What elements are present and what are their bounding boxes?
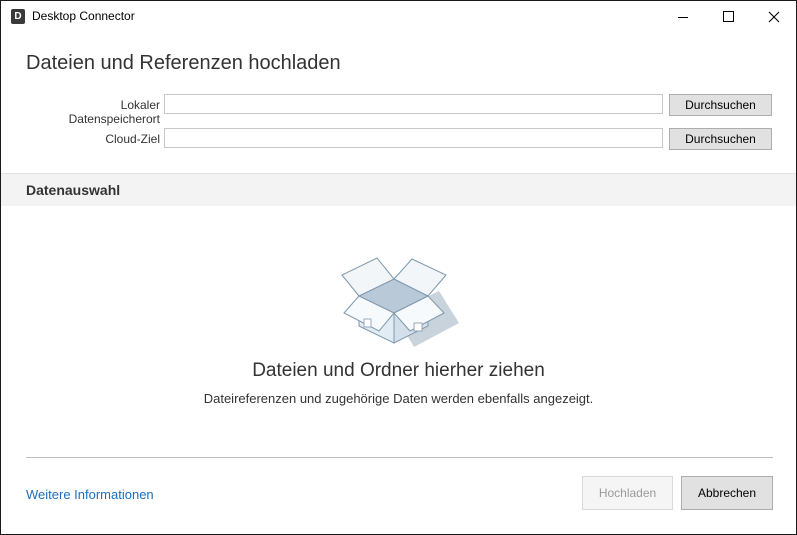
upload-button[interactable]: Hochladen bbox=[582, 476, 673, 510]
drop-zone-title: Dateien und Ordner hierher ziehen bbox=[252, 360, 545, 381]
local-storage-field[interactable] bbox=[164, 94, 663, 114]
desktop-connector-window: D Desktop Connector Dateien und Referenz… bbox=[0, 0, 797, 535]
title-bar: D Desktop Connector bbox=[1, 1, 796, 33]
window-title: Desktop Connector bbox=[32, 9, 135, 23]
close-icon bbox=[768, 11, 780, 23]
minimize-icon bbox=[678, 17, 688, 18]
cancel-button[interactable]: Abbrechen bbox=[681, 476, 773, 510]
open-box-icon bbox=[341, 257, 459, 347]
footer-divider bbox=[26, 457, 773, 458]
maximize-icon bbox=[723, 11, 734, 22]
app-icon: D bbox=[11, 9, 25, 24]
minimize-button[interactable] bbox=[659, 1, 705, 33]
browse-cloud-button[interactable]: Durchsuchen bbox=[669, 128, 772, 150]
section-title: Datenauswahl bbox=[26, 182, 121, 198]
page-title: Dateien und Referenzen hochladen bbox=[26, 52, 341, 74]
cloud-target-field[interactable] bbox=[164, 128, 663, 148]
local-storage-label: Lokaler Datenspeicherort bbox=[68, 98, 160, 126]
maximize-button[interactable] bbox=[705, 1, 751, 33]
close-button[interactable] bbox=[751, 1, 797, 33]
cloud-target-label: Cloud-Ziel bbox=[105, 132, 160, 146]
browse-local-button[interactable]: Durchsuchen bbox=[669, 94, 772, 116]
data-selection-header: Datenauswahl bbox=[1, 173, 796, 206]
more-info-link[interactable]: Weitere Informationen bbox=[26, 487, 154, 502]
drop-zone-subtitle: Dateireferenzen und zugehörige Daten wer… bbox=[203, 391, 594, 406]
